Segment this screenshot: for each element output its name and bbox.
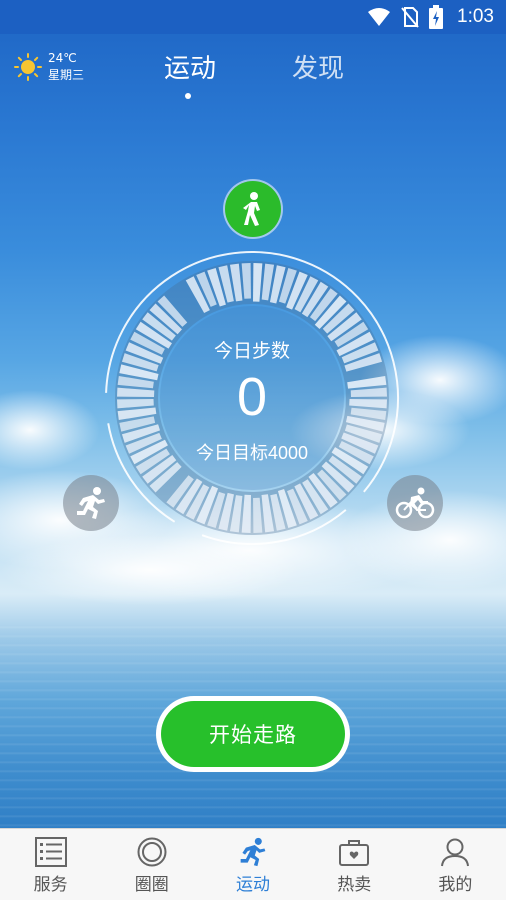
steps-label: 今日步数 — [213, 340, 290, 362]
nav-label-me: 我的 — [438, 875, 473, 895]
step-dial: 今日步数 0 今日目标4000 — [102, 248, 402, 548]
run-mode-button[interactable] — [63, 475, 119, 531]
nav-label-circle: 圈圈 — [134, 875, 169, 895]
clock: 1:03 — [457, 6, 494, 27]
app-screen: 1:03 24℃ 星期三 运动 发现 今日步数 0 今日目标4000 开始走路 … — [0, 0, 506, 900]
bottom-navigation: 服务 圈圈 运动 热卖 我的 — [0, 828, 506, 900]
circle-icon — [137, 837, 167, 867]
nav-label-sport: 运动 — [236, 875, 270, 895]
walking-icon — [243, 192, 260, 226]
start-walking-button[interactable]: 开始走路 — [156, 696, 350, 772]
wifi-icon — [368, 8, 391, 26]
nav-item-service[interactable]: 服务 — [0, 829, 101, 900]
nav-label-service: 服务 — [33, 875, 68, 895]
tab-sport[interactable]: 运动 — [164, 48, 216, 85]
nav-item-hot-sale[interactable]: 热卖 — [304, 829, 405, 900]
nav-item-circle[interactable]: 圈圈 — [101, 829, 202, 900]
person-icon — [441, 838, 470, 867]
active-tab-indicator — [185, 93, 191, 99]
list-icon — [34, 837, 67, 867]
tab-discover[interactable]: 发现 — [292, 48, 344, 85]
top-tabs: 运动 发现 — [0, 48, 506, 108]
battery-charging-icon — [429, 5, 444, 29]
walk-mode-button[interactable] — [225, 181, 281, 237]
start-walking-label: 开始走路 — [161, 701, 345, 767]
no-sim-icon — [401, 7, 419, 28]
daily-goal-prefix: 今日目标 — [195, 443, 268, 464]
running-icon — [240, 837, 266, 867]
nav-label-hot-sale: 热卖 — [337, 875, 372, 895]
daily-goal: 今日目标4000 — [102, 439, 402, 465]
nav-item-sport[interactable]: 运动 — [202, 829, 303, 900]
running-icon — [77, 487, 105, 519]
bike-mode-button[interactable] — [387, 475, 443, 531]
daily-goal-value: 4000 — [267, 443, 309, 463]
steps-count: 0 — [236, 367, 268, 427]
status-bar: 1:03 — [0, 0, 506, 34]
cycling-icon — [395, 487, 435, 519]
nav-item-me[interactable]: 我的 — [405, 829, 506, 900]
shopping-bag-icon — [339, 840, 370, 866]
